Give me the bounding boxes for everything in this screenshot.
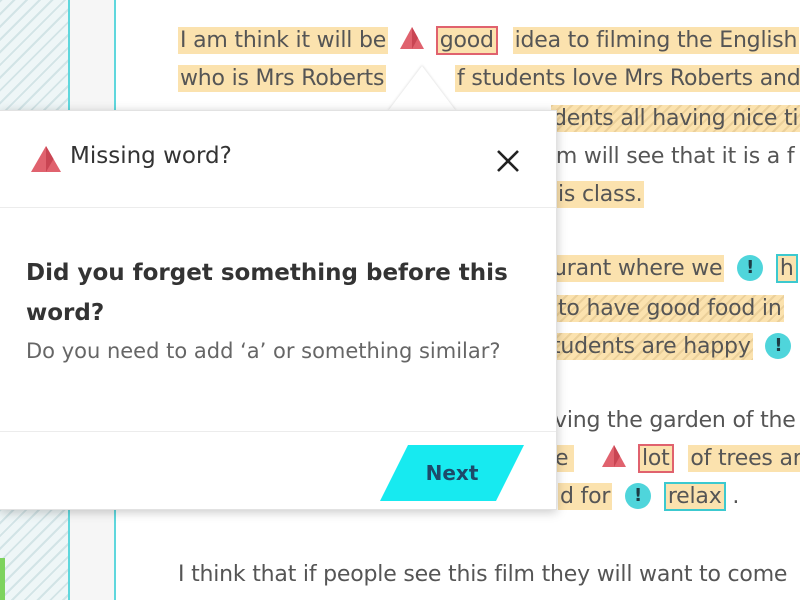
essay-text-fragment: I think that if people see this film the… [178, 562, 788, 587]
close-icon[interactable] [490, 143, 526, 179]
highlighted-text[interactable]: who is Mrs Roberts [178, 65, 387, 92]
essay-text-fragment: ving the garden of the [554, 408, 796, 433]
highlighted-text[interactable]: is class. [556, 181, 645, 208]
essay-line: to have good food in [556, 294, 784, 324]
flagged-word[interactable]: good [435, 26, 498, 55]
highlighted-text[interactable]: idea to filming the English [512, 27, 800, 54]
exclamation-icon[interactable]: ! [737, 255, 764, 281]
next-button[interactable]: Next [380, 445, 524, 501]
highlighted-text[interactable]: d for [558, 483, 613, 510]
essay-line: d for ! relax . [558, 482, 739, 512]
feedback-popup: Missing word? Did you forget something b… [0, 110, 557, 510]
exclamation-icon[interactable]: ! [625, 483, 652, 509]
highlighted-text[interactable]: of trees and [688, 445, 800, 472]
essay-line: dents all having nice tim [551, 104, 800, 134]
essay-text-fragment: . [732, 484, 740, 509]
essay-line: who is Mrs Roberts f students love Mrs R… [178, 64, 800, 94]
flagged-word[interactable]: h [775, 254, 798, 283]
popup-header: Missing word? [0, 111, 556, 208]
essay-line: is class. [556, 180, 645, 210]
highlighted-text[interactable]: to have good food in [556, 295, 784, 322]
popup-pointer [388, 66, 456, 111]
feedback-question: Did you forget something before this wor… [26, 260, 508, 326]
essay-line: I think that if people see this film the… [178, 560, 787, 590]
essay-line: e lot of trees and [553, 444, 800, 474]
essay-line: urant where we ! h [551, 254, 798, 284]
essay-line: I am think it will be good idea to filmi… [178, 26, 800, 56]
essay-feedback-page: I am think it will be good idea to filmi… [0, 0, 800, 600]
flagged-word[interactable]: relax [663, 482, 726, 511]
highlighted-text[interactable]: f students love Mrs Roberts and [455, 65, 800, 92]
next-button-label: Next [425, 461, 479, 485]
warning-triangle-icon[interactable] [399, 26, 425, 50]
warning-triangle-icon[interactable] [601, 444, 627, 468]
highlighted-text[interactable]: tudents are happy [550, 333, 753, 360]
highlighted-text[interactable]: dents all having nice tim [551, 105, 800, 132]
sidebar-status-marker [0, 558, 5, 600]
popup-title: Missing word? [70, 143, 232, 169]
highlighted-text[interactable]: I am think it will be [178, 27, 389, 54]
feedback-hint: Do you need to add ‘a’ or something simi… [26, 339, 501, 363]
close-button[interactable] [490, 143, 526, 179]
exclamation-icon[interactable]: ! [765, 333, 792, 359]
flagged-word[interactable]: lot [637, 444, 674, 473]
warning-triangle-icon [31, 146, 61, 172]
popup-divider [0, 431, 556, 432]
highlighted-text[interactable]: urant where we [551, 255, 725, 282]
essay-line: tudents are happy ! [550, 332, 797, 362]
essay-line: ving the garden of the [554, 406, 796, 436]
essay-text-fragment: lm will see that it is a f [550, 144, 795, 169]
essay-line: lm will see that it is a f [550, 142, 795, 172]
